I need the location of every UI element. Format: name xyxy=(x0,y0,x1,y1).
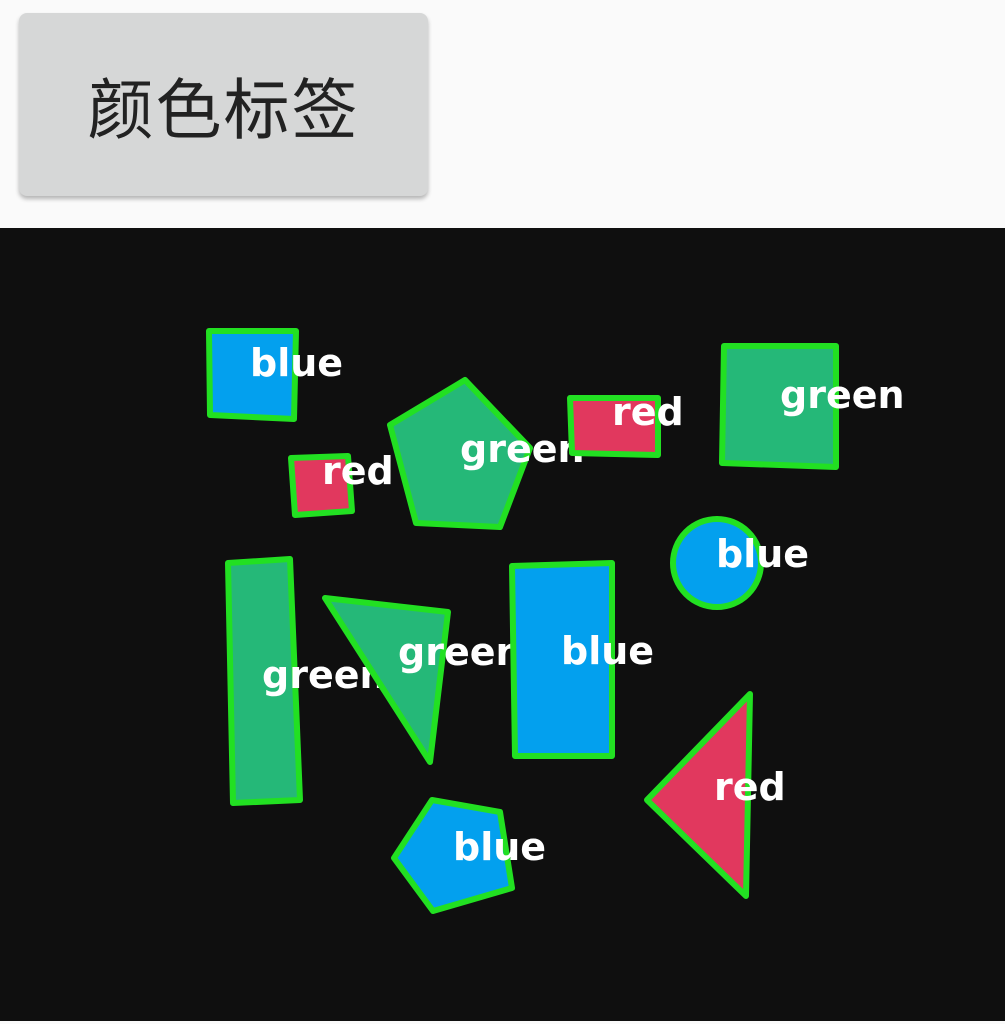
shape-label: red xyxy=(714,765,786,809)
shape-label: red xyxy=(612,390,684,434)
shape-label: green xyxy=(780,373,905,417)
shape-label: blue xyxy=(561,629,654,673)
shape-label: red xyxy=(322,449,394,493)
detection-result-image: blue green red green red blue green gree… xyxy=(0,228,1005,1021)
shape-label: green xyxy=(460,427,585,471)
shape-label: blue xyxy=(453,825,546,869)
color-label-button[interactable]: 颜色标签 xyxy=(19,13,428,196)
result-canvas: blue green red green red blue green gree… xyxy=(0,228,1005,1021)
shape-label: blue xyxy=(716,532,809,576)
toolbar: 颜色标签 xyxy=(0,0,1005,228)
shape-label: green xyxy=(398,630,523,674)
shape-label: blue xyxy=(250,341,343,385)
